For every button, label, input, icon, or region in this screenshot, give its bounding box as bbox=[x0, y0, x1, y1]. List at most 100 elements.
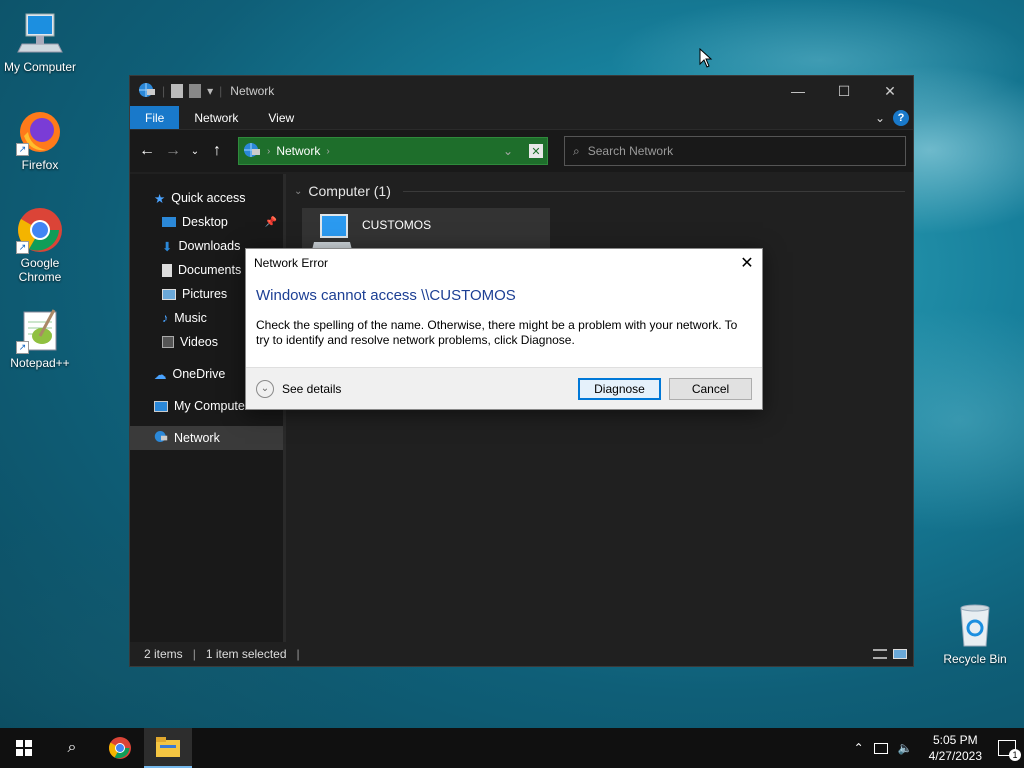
properties-icon[interactable] bbox=[171, 84, 184, 98]
address-bar[interactable]: › Network › ⌄ ✕ bbox=[238, 137, 548, 165]
dialog-message: Check the spelling of the name. Otherwis… bbox=[256, 318, 738, 347]
minimize-button[interactable]: — bbox=[775, 76, 821, 106]
document-icon bbox=[162, 263, 172, 277]
clock[interactable]: 5:05 PM 4/27/2023 bbox=[923, 732, 988, 764]
sidebar-item-label: Quick access bbox=[171, 191, 246, 205]
taskbar: ⌕ ⌃ 🔈 5:05 PM 4/27/2023 1 bbox=[0, 728, 1024, 768]
desktop-icon-chrome[interactable]: ↗ Google Chrome bbox=[0, 206, 80, 284]
search-input[interactable]: Search Network bbox=[588, 144, 673, 158]
up-button[interactable]: ↑ bbox=[206, 140, 228, 162]
dialog-title-bar[interactable]: Network Error ✕ bbox=[246, 249, 762, 277]
desktop-icon-firefox[interactable]: ↗ Firefox bbox=[0, 108, 80, 172]
large-icons-view-icon[interactable] bbox=[893, 649, 907, 659]
folder-icon bbox=[156, 737, 180, 757]
new-folder-icon[interactable] bbox=[189, 84, 202, 98]
computer-icon bbox=[16, 10, 64, 58]
search-box[interactable]: ⌕ Search Network bbox=[564, 136, 906, 166]
mouse-cursor-icon bbox=[699, 47, 713, 71]
sidebar-item-label: Music bbox=[174, 311, 207, 325]
navigation-bar: ← → ⌄ ↑ › Network › ⌄ ✕ ⌕ Search Network bbox=[130, 130, 913, 172]
pin-icon[interactable]: 📌 bbox=[265, 217, 277, 228]
recent-locations-button[interactable]: ⌄ bbox=[188, 140, 202, 162]
desktop-icon-notepadpp[interactable]: ↗ Notepad++ bbox=[0, 306, 80, 370]
stop-loading-icon[interactable]: ✕ bbox=[529, 144, 543, 158]
dialog-footer: ⌄ See details Diagnose Cancel bbox=[246, 367, 762, 409]
start-button[interactable] bbox=[0, 728, 48, 768]
taskbar-chrome[interactable] bbox=[96, 728, 144, 768]
pictures-icon bbox=[162, 288, 176, 300]
breadcrumb-network[interactable]: Network bbox=[276, 144, 320, 158]
shortcut-arrow-icon: ↗ bbox=[16, 241, 29, 254]
see-details-label: See details bbox=[282, 381, 342, 396]
volume-icon[interactable]: 🔈 bbox=[898, 741, 913, 755]
details-view-icon[interactable] bbox=[873, 649, 887, 659]
show-hidden-icons-icon[interactable]: ⌃ bbox=[854, 741, 864, 755]
clock-date: 4/27/2023 bbox=[928, 749, 982, 763]
group-header-label: Computer (1) bbox=[308, 183, 391, 199]
close-button[interactable]: ✕ bbox=[867, 76, 913, 106]
expand-ribbon-icon[interactable]: ⌄ bbox=[875, 111, 885, 125]
window-title: Network bbox=[230, 84, 275, 98]
network-icon bbox=[154, 430, 168, 446]
desktop-icon-recycle-bin[interactable]: Recycle Bin bbox=[935, 602, 1015, 666]
sidebar-item-network[interactable]: Network bbox=[130, 426, 283, 450]
sidebar-item-label: Desktop bbox=[182, 215, 228, 229]
selection-count: 1 item selected bbox=[205, 647, 287, 661]
clock-time: 5:05 PM bbox=[932, 733, 978, 747]
chevron-down-icon: ⌄ bbox=[294, 185, 303, 197]
chrome-icon bbox=[109, 737, 131, 759]
cloud-icon: ☁ bbox=[154, 367, 167, 382]
notification-center-icon[interactable]: 1 bbox=[998, 740, 1021, 761]
sidebar-item-desktop[interactable]: Desktop 📌 bbox=[130, 210, 283, 234]
sidebar-item-label: Network bbox=[174, 431, 220, 445]
notepadpp-icon: ↗ bbox=[16, 306, 64, 354]
chevron-down-icon: ⌄ bbox=[256, 379, 274, 398]
sidebar-item-label: Pictures bbox=[182, 287, 228, 301]
cancel-button[interactable]: Cancel bbox=[669, 377, 752, 400]
breadcrumb-separator-icon: › bbox=[326, 145, 330, 157]
item-count: 2 items bbox=[144, 647, 183, 661]
music-icon: ♪ bbox=[162, 311, 169, 325]
shortcut-arrow-icon: ↗ bbox=[16, 341, 29, 354]
sidebar-item-label: Videos bbox=[180, 335, 218, 349]
firefox-icon: ↗ bbox=[16, 108, 64, 156]
network-error-dialog: Network Error ✕ Windows cannot access \\… bbox=[245, 248, 763, 410]
desktop-icon-label: My Computer bbox=[3, 60, 77, 74]
download-icon: ⬇ bbox=[162, 239, 173, 254]
search-button[interactable]: ⌕ bbox=[48, 728, 96, 768]
diagnose-button[interactable]: Diagnose bbox=[578, 377, 661, 400]
sidebar-item-label: My Computer bbox=[174, 399, 250, 413]
customize-toolbar-icon[interactable]: ▾ bbox=[207, 84, 213, 98]
dialog-main-instruction: Windows cannot access \\CUSTOMOS bbox=[256, 287, 516, 304]
help-icon[interactable]: ? bbox=[893, 109, 909, 126]
notification-count-badge: 1 bbox=[1009, 749, 1021, 761]
group-header[interactable]: ⌄ Computer (1) bbox=[294, 180, 905, 202]
dialog-title: Network Error bbox=[254, 256, 329, 270]
tab-file[interactable]: File bbox=[130, 106, 180, 129]
status-bar: 2 items | 1 item selected | bbox=[130, 642, 913, 666]
video-icon bbox=[162, 336, 174, 348]
ribbon-tabs: File Network View ⌄ ? bbox=[130, 106, 913, 130]
dialog-close-icon[interactable]: ✕ bbox=[732, 249, 762, 277]
shortcut-arrow-icon: ↗ bbox=[16, 143, 29, 156]
chrome-icon: ↗ bbox=[16, 206, 64, 254]
search-icon: ⌕ bbox=[67, 739, 77, 756]
tab-network[interactable]: Network bbox=[179, 106, 253, 129]
desktop-icon-label: Firefox bbox=[21, 158, 59, 172]
desktop-icon-my-computer[interactable]: My Computer bbox=[0, 10, 80, 74]
maximize-button[interactable]: ☐ bbox=[821, 76, 867, 106]
windows-logo-icon bbox=[16, 740, 32, 756]
forward-button[interactable]: → bbox=[162, 140, 184, 162]
sidebar-item-label: OneDrive bbox=[172, 367, 226, 381]
back-button[interactable]: ← bbox=[136, 140, 158, 162]
tab-view[interactable]: View bbox=[253, 106, 309, 129]
see-details-button[interactable]: ⌄ See details bbox=[256, 379, 342, 398]
network-icon bbox=[243, 142, 261, 161]
desktop-folder-icon bbox=[162, 217, 176, 227]
title-bar[interactable]: | ▾ | Network — ☐ ✕ bbox=[130, 76, 913, 106]
address-dropdown-icon[interactable]: ⌄ bbox=[503, 144, 513, 158]
network-status-icon[interactable] bbox=[873, 742, 888, 754]
taskbar-file-explorer[interactable] bbox=[144, 728, 192, 768]
system-tray: ⌃ 🔈 5:05 PM 4/27/2023 1 bbox=[854, 732, 1024, 764]
sidebar-item-quick-access[interactable]: ★ Quick access bbox=[130, 186, 283, 210]
